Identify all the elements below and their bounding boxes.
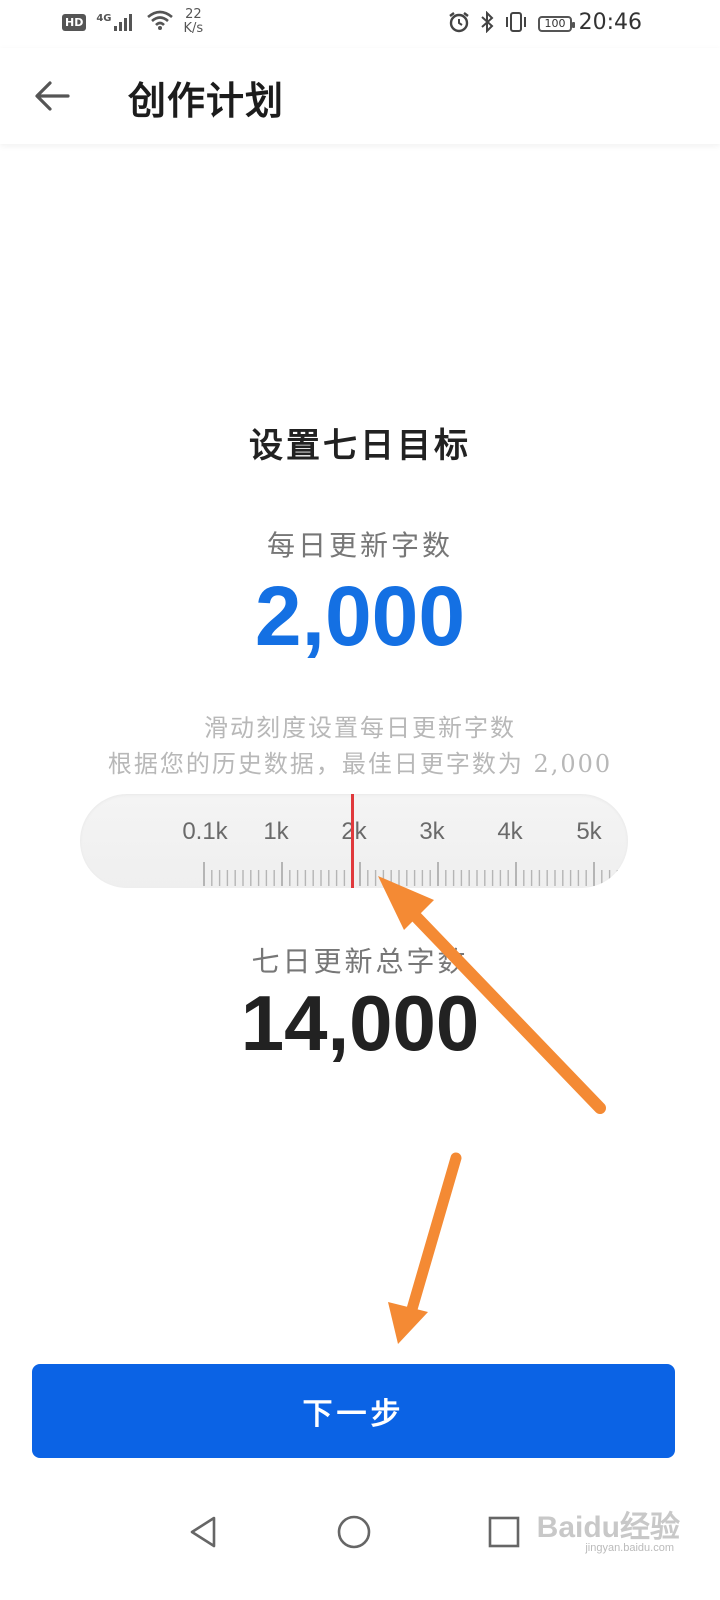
vibrate-icon bbox=[504, 11, 528, 37]
alarm-icon bbox=[448, 11, 470, 37]
ruler-label: 5k bbox=[576, 818, 602, 845]
ruler-label: 4k bbox=[497, 818, 523, 845]
baidu-watermark: Baidu经验 bbox=[536, 1511, 680, 1544]
battery-icon: 100 bbox=[538, 16, 575, 32]
status-icons: 100 bbox=[448, 10, 575, 37]
status-time: 20:46 bbox=[578, 10, 642, 35]
nav-home-button[interactable] bbox=[332, 1510, 376, 1554]
back-arrow-icon bbox=[35, 81, 70, 111]
ruler-label: 2k bbox=[341, 818, 367, 845]
speed-unit: K/s bbox=[183, 21, 204, 36]
circle-home-icon bbox=[337, 1515, 371, 1549]
history-hint: 根据您的历史数据，最佳日更字数为 2,000 bbox=[107, 750, 613, 778]
speed-value: 22 bbox=[185, 7, 202, 22]
slider-hint: 滑动刻度设置每日更新字数 bbox=[204, 714, 516, 742]
ruler-label: 0.1k bbox=[182, 818, 228, 845]
network-type: 4G bbox=[96, 13, 112, 24]
next-step-label: 下一步 bbox=[302, 1397, 405, 1432]
square-recents-icon bbox=[488, 1516, 520, 1548]
triangle-back-icon bbox=[190, 1516, 216, 1548]
next-step-button[interactable]: 下一步 bbox=[32, 1364, 675, 1458]
daily-words-label: 每日更新字数 bbox=[266, 529, 453, 562]
network-speed: 22 K/s bbox=[184, 8, 204, 36]
seven-day-total-label: 七日更新总字数 bbox=[251, 945, 469, 978]
back-button[interactable] bbox=[30, 74, 74, 118]
status-bar: HD 4G 22 K/s 100 20:46 bbox=[0, 0, 720, 48]
nav-back-button[interactable] bbox=[182, 1510, 226, 1554]
nav-recents-button[interactable] bbox=[482, 1510, 526, 1554]
word-count-ruler-slider[interactable]: 0.1k 1k 2k 3k 4k 5k bbox=[80, 794, 628, 888]
ruler-indicator[interactable] bbox=[351, 794, 354, 888]
ruler-label: 1k bbox=[263, 818, 289, 845]
watermark-url: jingyan.baidu.com bbox=[585, 1542, 674, 1554]
daily-words-value: 2,000 bbox=[254, 569, 466, 663]
wifi-icon bbox=[146, 9, 174, 35]
bluetooth-icon bbox=[480, 10, 494, 37]
page-title: 创作计划 bbox=[128, 79, 285, 123]
app-header: 创作计划 bbox=[0, 48, 720, 144]
seven-day-total-value: 14,000 bbox=[240, 979, 480, 1067]
status-left: HD 4G 22 K/s bbox=[62, 8, 203, 36]
hd-badge: HD bbox=[62, 13, 87, 31]
ruler-label: 3k bbox=[419, 818, 445, 845]
goal-title: 设置七日目标 bbox=[249, 426, 471, 466]
annotation-arrow bbox=[388, 1152, 462, 1344]
signal-icon: 4G bbox=[96, 13, 135, 31]
